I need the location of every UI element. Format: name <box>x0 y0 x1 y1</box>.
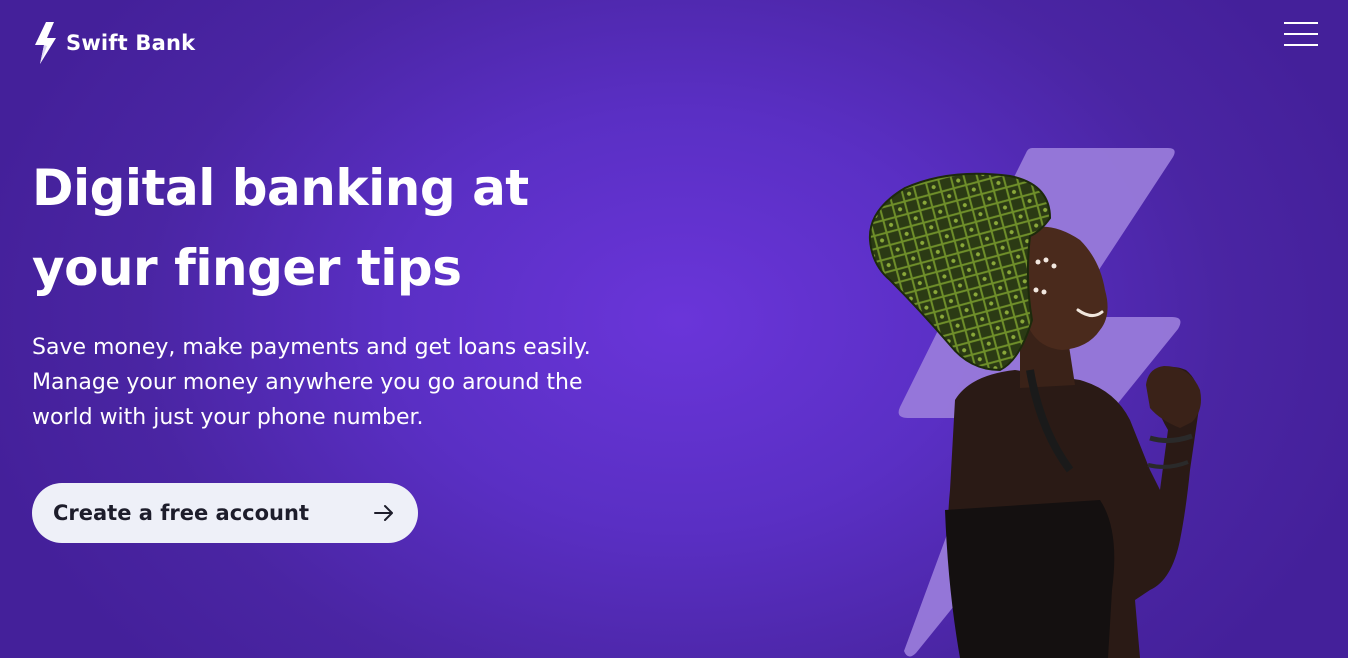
subtext-line-2: Manage your money anywhere you go around… <box>32 370 583 395</box>
subtext-line-1: Save money, make payments and get loans … <box>32 335 591 360</box>
brand-logo[interactable]: Swift Bank <box>32 20 195 66</box>
arrow-right-icon <box>374 505 393 521</box>
subtext-line-3: world with just your phone number. <box>32 405 424 430</box>
hero-headline: Digital banking at your finger tips <box>32 148 652 308</box>
brand-name: Swift Bank <box>66 31 196 55</box>
create-account-button[interactable]: Create a free account <box>32 483 418 543</box>
create-account-label: Create a free account <box>53 501 309 525</box>
hamburger-menu-icon[interactable] <box>1284 20 1320 48</box>
headline-line-1: Digital banking at <box>32 159 529 217</box>
headline-line-2: your finger tips <box>32 239 462 297</box>
hero-portrait <box>868 172 1201 658</box>
lightning-bolt-icon <box>35 22 56 64</box>
hero-section: Swift Bank Digital banking at your finge… <box>0 0 1348 658</box>
hero-subtext: Save money, make payments and get loans … <box>32 330 672 435</box>
